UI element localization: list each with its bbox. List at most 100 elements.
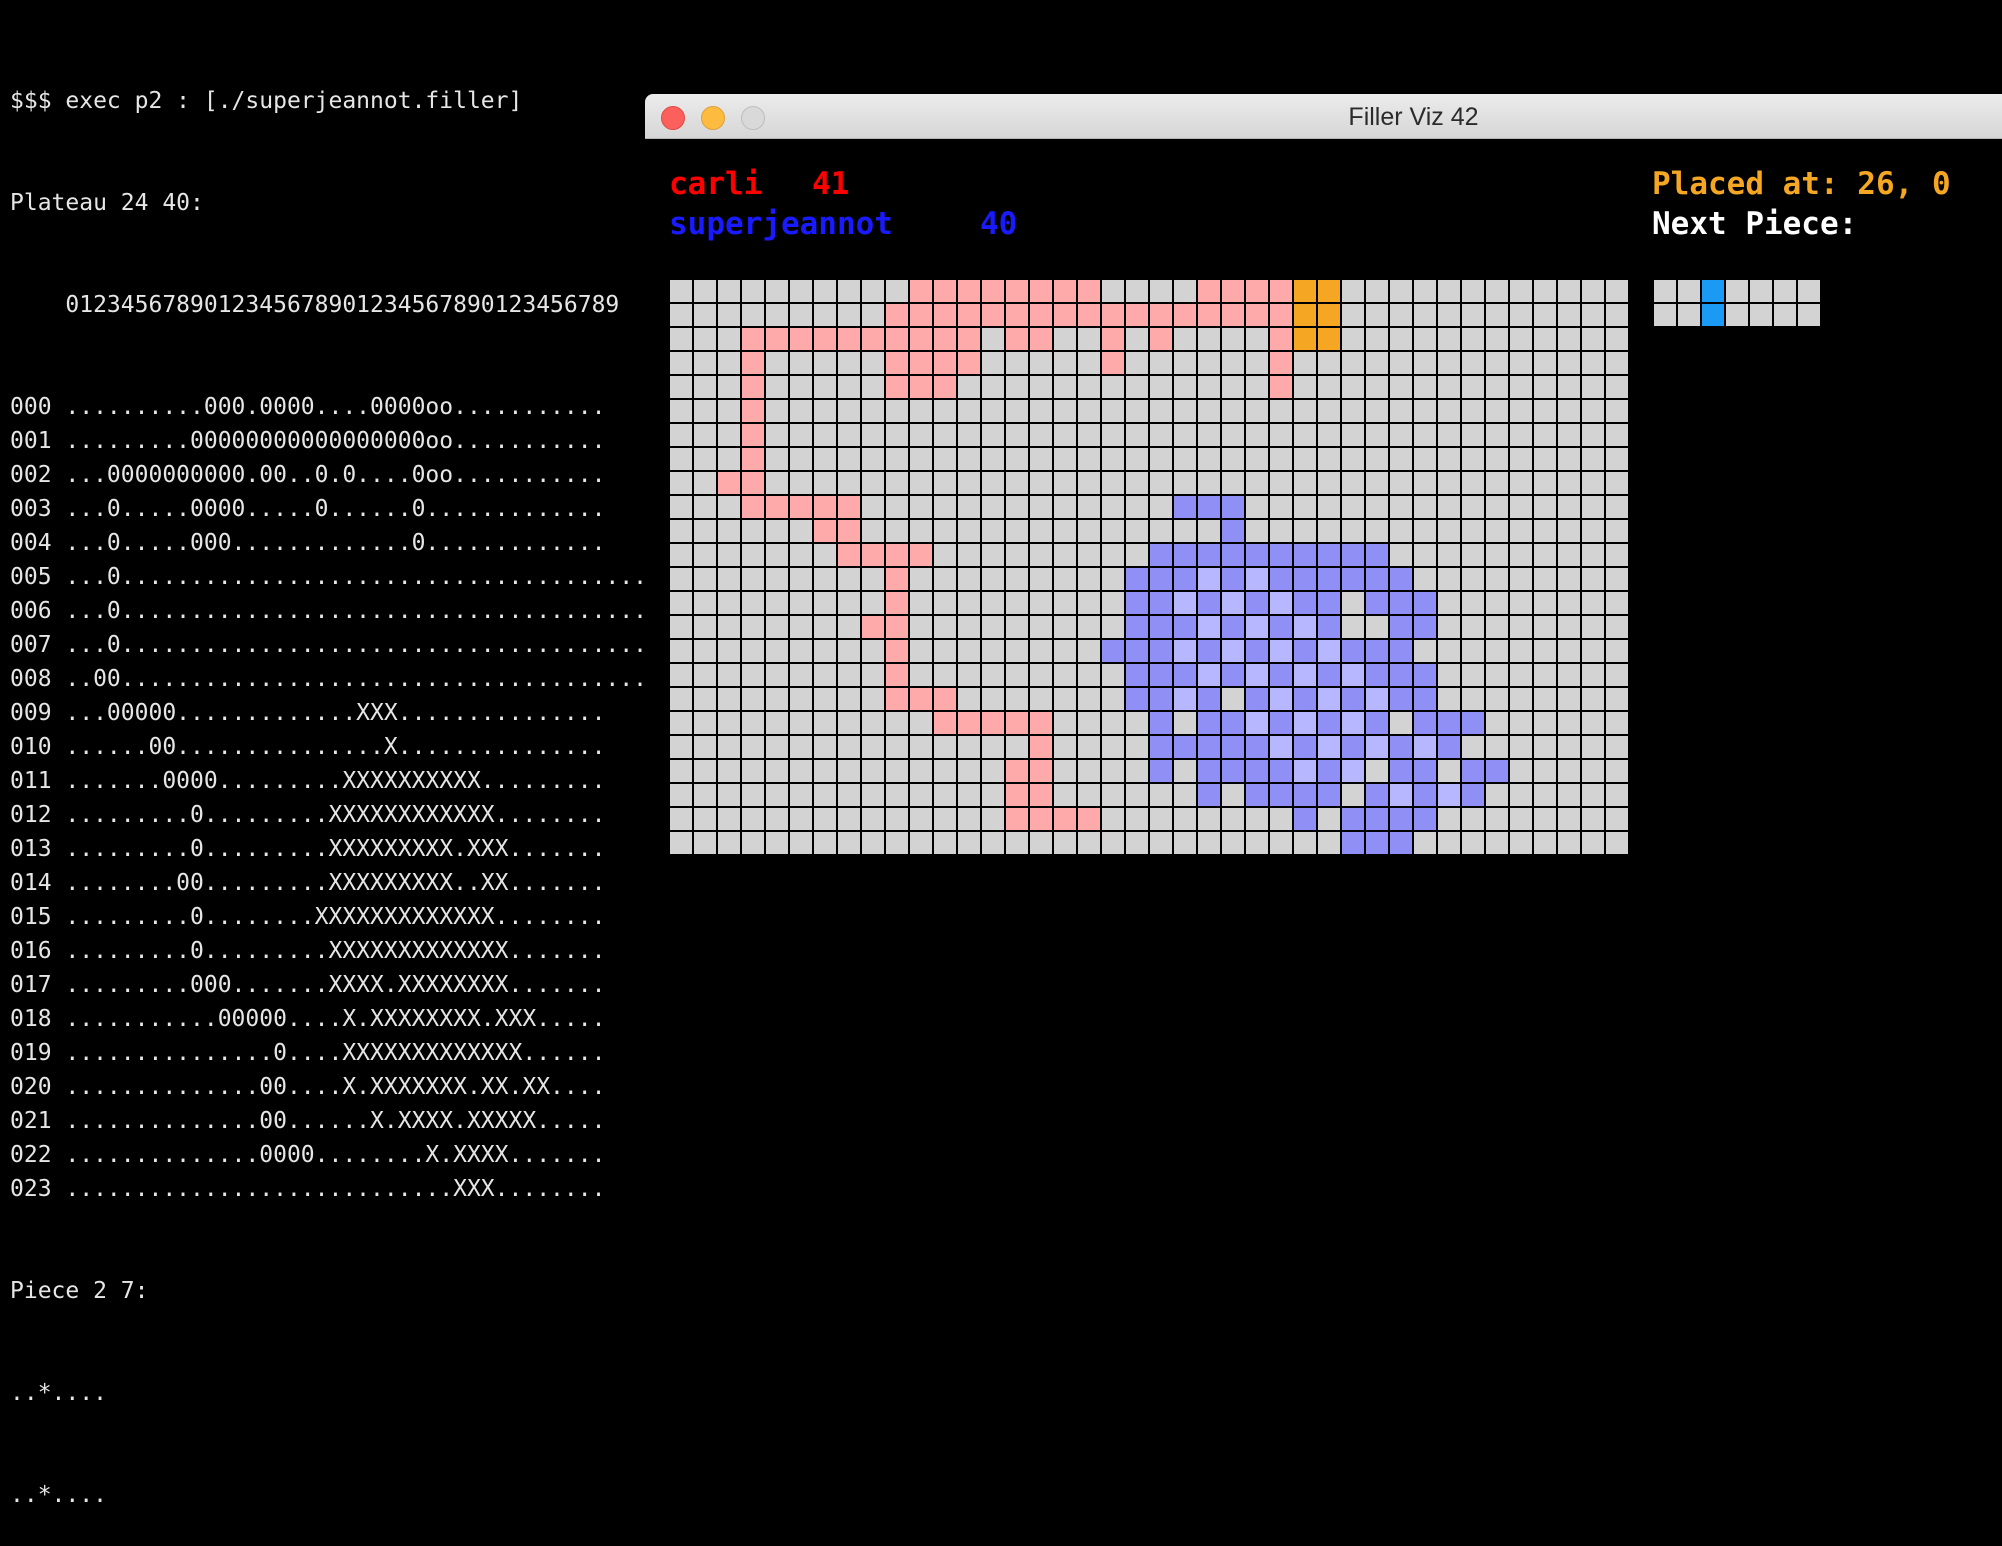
board-cell bbox=[1558, 736, 1580, 758]
board-cell bbox=[862, 784, 884, 806]
board-cell bbox=[1078, 280, 1100, 302]
plateau-row: 015 .........0........XXXXXXXXXXXXX.....… bbox=[10, 904, 606, 930]
board-cell bbox=[910, 376, 932, 398]
board-cell bbox=[1606, 352, 1628, 374]
board-cell bbox=[1030, 712, 1052, 734]
board-cell bbox=[1606, 784, 1628, 806]
board-cell bbox=[862, 664, 884, 686]
board-cell bbox=[838, 784, 860, 806]
plateau-row: 019 ...............0....XXXXXXXXXXXXX...… bbox=[10, 1040, 606, 1066]
board-cell bbox=[1150, 592, 1172, 614]
board-cell bbox=[1438, 616, 1460, 638]
board-cell bbox=[934, 496, 956, 518]
board-cell bbox=[1246, 544, 1268, 566]
board-cell bbox=[1030, 808, 1052, 830]
board-cell bbox=[814, 424, 836, 446]
board-cell bbox=[1486, 280, 1508, 302]
board-cell bbox=[1270, 664, 1292, 686]
board-cell bbox=[1510, 400, 1532, 422]
board-cell bbox=[766, 568, 788, 590]
board-cell bbox=[1390, 832, 1412, 854]
board-cell bbox=[814, 280, 836, 302]
board-cell bbox=[1078, 760, 1100, 782]
board-cell bbox=[958, 544, 980, 566]
board-cell bbox=[1246, 640, 1268, 662]
board-cell bbox=[1198, 304, 1220, 326]
board-cell bbox=[1222, 304, 1244, 326]
board-cell bbox=[814, 664, 836, 686]
board-cell bbox=[1294, 736, 1316, 758]
board-cell bbox=[814, 304, 836, 326]
board-cell bbox=[718, 400, 740, 422]
board-cell bbox=[694, 592, 716, 614]
board-cell bbox=[1438, 760, 1460, 782]
board-cell bbox=[814, 544, 836, 566]
board-cell bbox=[814, 688, 836, 710]
board-cell bbox=[1606, 280, 1628, 302]
board-cell bbox=[790, 520, 812, 542]
board-cell bbox=[1078, 736, 1100, 758]
board-cell bbox=[934, 352, 956, 374]
board-cell bbox=[1030, 424, 1052, 446]
board-cell bbox=[1054, 520, 1076, 542]
board-cell bbox=[1318, 328, 1340, 350]
board-cell bbox=[1294, 544, 1316, 566]
board-cell bbox=[1510, 664, 1532, 686]
board-cell bbox=[1030, 736, 1052, 758]
board-cell bbox=[1606, 304, 1628, 326]
board-cell bbox=[1006, 808, 1028, 830]
board-cell bbox=[886, 424, 908, 446]
board-cell bbox=[1078, 448, 1100, 470]
board-cell bbox=[814, 520, 836, 542]
board-cell bbox=[1342, 448, 1364, 470]
board-cell bbox=[1438, 568, 1460, 590]
board-cell bbox=[1054, 568, 1076, 590]
board-cell bbox=[1582, 736, 1604, 758]
board-cell bbox=[838, 544, 860, 566]
board-cell bbox=[1198, 568, 1220, 590]
window-title: Filler Viz 42 bbox=[1348, 103, 1479, 131]
board-cell bbox=[718, 736, 740, 758]
board-cell bbox=[1558, 808, 1580, 830]
board-cell bbox=[958, 424, 980, 446]
board-cell bbox=[1174, 352, 1196, 374]
board-cell bbox=[1150, 616, 1172, 638]
board-cell bbox=[1006, 736, 1028, 758]
board-cell bbox=[670, 304, 692, 326]
board-cell bbox=[1342, 328, 1364, 350]
board-cell bbox=[1198, 352, 1220, 374]
board-cell bbox=[1366, 568, 1388, 590]
board-cell bbox=[1534, 640, 1556, 662]
board-cell bbox=[910, 472, 932, 494]
board-cell bbox=[694, 376, 716, 398]
board-cell bbox=[934, 568, 956, 590]
board-cell bbox=[814, 496, 836, 518]
board-cell bbox=[1486, 472, 1508, 494]
board-cell bbox=[1438, 640, 1460, 662]
board-cell bbox=[1510, 280, 1532, 302]
title-bar[interactable]: Filler Viz 42 bbox=[645, 94, 2002, 139]
board-cell bbox=[838, 832, 860, 854]
board-cell bbox=[910, 352, 932, 374]
board-cell bbox=[1582, 496, 1604, 518]
board-cell bbox=[742, 280, 764, 302]
board-cell bbox=[1174, 472, 1196, 494]
board-cell bbox=[1366, 424, 1388, 446]
board-cell bbox=[670, 736, 692, 758]
board-cell bbox=[1390, 496, 1412, 518]
board-cell bbox=[1078, 808, 1100, 830]
board-cell bbox=[1078, 640, 1100, 662]
board-cell bbox=[958, 568, 980, 590]
board-cell bbox=[1534, 472, 1556, 494]
board-cell bbox=[718, 424, 740, 446]
board-cell bbox=[910, 712, 932, 734]
board-cell bbox=[1150, 520, 1172, 542]
board-cell bbox=[1270, 688, 1292, 710]
piece-cell bbox=[1654, 304, 1676, 326]
board-cell bbox=[1390, 280, 1412, 302]
board-cell bbox=[694, 760, 716, 782]
board-cell bbox=[670, 712, 692, 734]
board-cell bbox=[718, 304, 740, 326]
board-cell bbox=[1438, 448, 1460, 470]
board-cell bbox=[1102, 832, 1124, 854]
